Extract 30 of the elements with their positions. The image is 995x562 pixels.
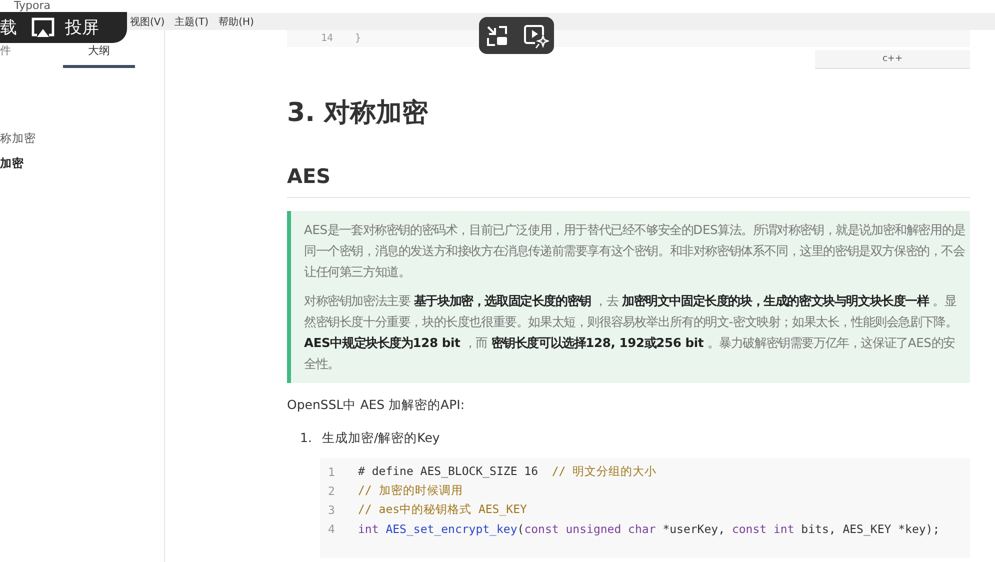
line-number: 4 <box>328 522 336 536</box>
menu-item[interactable]: 视图(V) <box>130 14 165 28</box>
line-number: 2 <box>328 484 336 498</box>
line-number: 14 <box>321 33 334 44</box>
line-number: 1 <box>328 464 336 478</box>
download-label[interactable]: 载 <box>0 16 17 39</box>
code-line: // 加密的时候调用 <box>358 483 463 498</box>
window-title: Typora <box>14 0 50 11</box>
heading: 3. 对称加密 <box>287 97 430 130</box>
sidebar-tab[interactable]: 件 <box>0 43 63 68</box>
paragraph: OpenSSL中 AES 加解密的API: <box>287 396 466 414</box>
heading: AES <box>287 161 970 198</box>
cast-label[interactable]: 投屏 <box>65 16 99 39</box>
code-line: int AES_set_encrypt_key(const unsigned char *userKey, const int bits, AES_KEY *key); <box>358 522 940 536</box>
code-line: // aes中的秘钥格式 AES_KEY <box>358 502 527 517</box>
cast-icon[interactable] <box>31 16 55 38</box>
minimize-window-icon[interactable] <box>484 24 508 48</box>
outline-item[interactable]: 加密 <box>0 155 164 172</box>
paragraph: AES是一套对称密钥的密码术，目前已广泛使用，用于替代已经不够安全的DES算法。所谓对称密钥，就是说加密和解密用的是同一个密钥，消息的发送方和接收方在消息传递前需要享有这个密钥。和非对称密钥体系不同，这里的密钥是双方保密的，不会让任何第三方知道。 <box>304 222 966 281</box>
language-field[interactable]: c++ <box>815 50 970 69</box>
code-line: } <box>355 33 362 44</box>
menu-item[interactable]: 帮助(H) <box>218 14 254 28</box>
list-item-text: 生成加密/解密的Key <box>322 429 440 447</box>
paragraph: 对称密钥加密法主要 基于块加密，选取固定长度的密钥 ，去 加密明文中固定长度的块，生成的密文块与明文块长度一样 。显然密钥长度十分重要，块的长度也很重要。如果太短，则很容易枚举出所有的明文-密文映射；如果太长，性能则会急剧下降。 AES中规定块长度为128 bit ，而 密钥长度可以选择128, 192或256 bit 。暴力破解密钥需要万亿年，这保证了AES的安全性。 <box>304 293 958 373</box>
outline-item[interactable]: 称加密 <box>0 130 164 147</box>
list-number: 1. <box>300 429 312 447</box>
menu-item[interactable]: 主题(T) <box>174 14 209 28</box>
code-line: # define AES_BLOCK_SIZE 16 // 明文分组的大小 <box>358 464 657 479</box>
line-number: 3 <box>328 502 336 516</box>
video-sparkle-icon[interactable] <box>522 22 548 48</box>
